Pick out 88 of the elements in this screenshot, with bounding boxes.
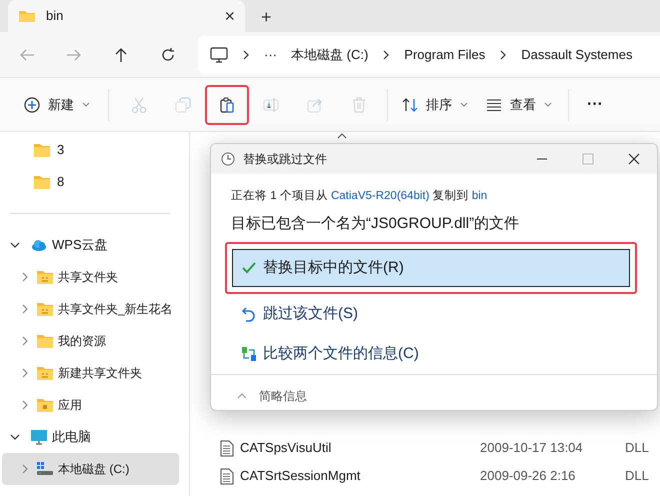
file-type: DLL (625, 439, 649, 458)
sidebar-item[interactable]: 我的资源 (2, 325, 179, 357)
address-bar[interactable]: ··· 本地磁盘 (C:) Program Files Dassault Systemes (198, 36, 660, 74)
chevron-down-icon[interactable] (10, 432, 20, 442)
cloud-icon (30, 237, 48, 253)
copy-status: 复制到 (432, 188, 470, 204)
shared-folder-icon (36, 365, 54, 381)
details-button[interactable]: 简略信息 (237, 387, 307, 406)
tab[interactable]: bin × (8, 0, 245, 32)
refresh-icon[interactable] (160, 46, 176, 62)
computer-icon (210, 46, 228, 62)
overflow-button[interactable]: ··· (264, 44, 277, 64)
shared-folder-icon (36, 269, 54, 285)
sidebar-item[interactable]: 应用 (2, 389, 179, 421)
tab-title: bin (46, 7, 64, 26)
paste-icon (219, 96, 235, 112)
file-date: 2009-10-17 13:04 (480, 439, 584, 458)
chevron-right-icon (499, 50, 508, 60)
compare-icon (241, 346, 257, 362)
list-icon (486, 96, 502, 112)
view-button[interactable]: 查看 (482, 86, 556, 122)
close-icon[interactable] (628, 153, 640, 165)
apps-folder-icon (36, 397, 54, 413)
chevron-up-icon (237, 393, 247, 400)
option-button[interactable]: 替换目标中的文件(R) (232, 248, 630, 287)
destination-link[interactable]: bin (472, 188, 488, 206)
drive-icon (36, 461, 54, 477)
up-icon[interactable] (113, 46, 129, 62)
copy-status: 正在将 1 个项目从 (231, 188, 329, 204)
more-button[interactable]: ··· (579, 86, 611, 122)
undo-arrow-icon (241, 306, 257, 322)
file-name[interactable]: CATSpsVisuUtil (240, 438, 480, 458)
sort-up-icon (337, 133, 347, 139)
document-icon (220, 440, 234, 456)
caret-icon (82, 102, 90, 108)
caret-icon (460, 102, 468, 108)
dialog-title: 替换或跳过文件 (243, 151, 328, 168)
trash-icon (351, 96, 367, 112)
file-name[interactable]: CATSrtSessionMgmt (240, 466, 480, 486)
sidebar-item[interactable]: 3 (0, 134, 180, 166)
clock-icon (221, 152, 235, 166)
folder-icon (33, 174, 51, 190)
folder-icon (18, 9, 36, 23)
sidebar-item[interactable]: 共享文件夹_新生花名 (2, 293, 179, 325)
sort-button[interactable]: 排序 (398, 86, 472, 122)
copy-icon (175, 96, 191, 112)
new-button[interactable]: 新建 (20, 86, 94, 122)
close-button[interactable]: × (224, 7, 235, 25)
paste-button[interactable] (207, 86, 247, 122)
breadcrumb[interactable]: Program Files (404, 44, 486, 64)
plus-circle-icon (24, 96, 40, 112)
folder-icon (33, 142, 51, 158)
back-icon[interactable] (19, 46, 35, 62)
chevron-down-icon[interactable] (10, 240, 20, 250)
check-icon (241, 260, 257, 276)
breadcrumb[interactable]: 本地磁盘 (C:) (291, 44, 368, 64)
sort-icon (402, 96, 418, 112)
chevron-right-icon[interactable] (20, 272, 30, 282)
caret-icon (544, 102, 552, 108)
sidebar-item[interactable]: 8 (0, 166, 180, 198)
rename-icon (263, 96, 279, 112)
chevron-right-icon[interactable] (20, 464, 30, 474)
sidebar-item[interactable]: 本地磁盘 (C:) (2, 453, 179, 485)
source-link[interactable]: CatiaV5-R20(64bit) (330, 188, 430, 206)
sidebar-item[interactable]: 新建共享文件夹 (2, 357, 179, 389)
chevron-right-icon[interactable] (20, 304, 30, 314)
sidebar-item[interactable]: 此电脑 (30, 427, 91, 447)
conflict-message: 目标已包含一个名为“JS0GROUP.dll”的文件 (231, 214, 520, 234)
sidebar-item[interactable]: 共享文件夹 (2, 261, 179, 293)
shared-folder-icon (36, 301, 54, 317)
sidebar-item[interactable]: WPS云盘 (30, 235, 108, 255)
new-tab-button[interactable]: + (261, 8, 272, 26)
chevron-right-icon (242, 50, 250, 60)
monitor-icon (30, 429, 48, 445)
document-icon (220, 468, 234, 484)
option-button[interactable]: 比较两个文件的信息(C) (232, 336, 630, 372)
file-type: DLL (625, 467, 649, 486)
forward-icon[interactable] (66, 46, 82, 62)
chevron-right-icon[interactable] (20, 368, 30, 378)
chevron-right-icon[interactable] (20, 336, 30, 346)
breadcrumb[interactable]: Dassault Systemes (521, 44, 632, 64)
chevron-right-icon (382, 50, 390, 60)
option-button[interactable]: 跳过该文件(S) (232, 296, 630, 332)
file-date: 2009-09-26 2:16 (480, 467, 576, 486)
scissors-icon (131, 96, 147, 112)
folder-icon (36, 333, 54, 349)
share-icon (307, 96, 323, 112)
chevron-right-icon[interactable] (20, 400, 30, 410)
